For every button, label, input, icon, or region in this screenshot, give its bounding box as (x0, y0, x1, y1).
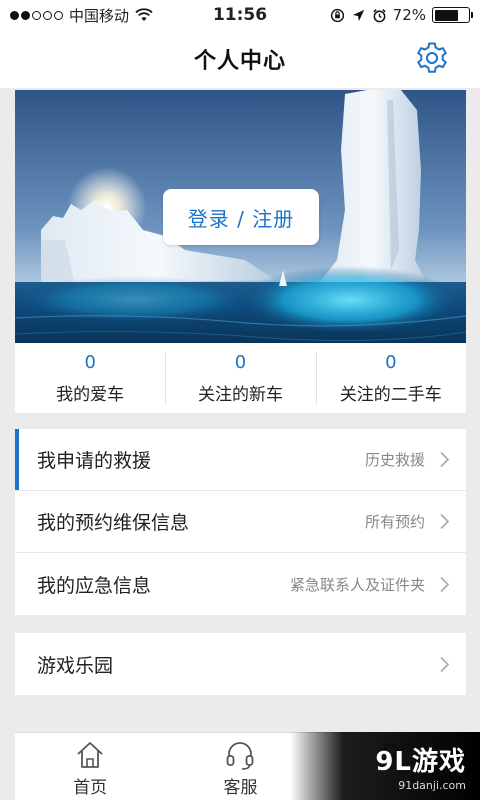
battery-icon (432, 7, 473, 23)
menu-item-game-park[interactable]: 游戏乐园 (15, 633, 466, 695)
stat-label: 我的爱车 (56, 384, 125, 405)
menu-group-games: 游戏乐园 (15, 633, 466, 695)
menu-item-label: 我申请的救援 (37, 450, 152, 472)
chevron-right-icon (440, 451, 450, 468)
stat-count: 0 (234, 351, 247, 373)
menu-item-label: 我的预约维保信息 (37, 512, 190, 534)
status-bar: 中国移动 11:56 72% (0, 0, 480, 30)
stat-label: 关注的新车 (197, 384, 283, 405)
profile-banner: 登录 / 注册 (15, 90, 466, 343)
chevron-right-icon (440, 576, 450, 592)
menu-item-label: 我的应急信息 (37, 574, 152, 597)
signal-dots-icon (10, 10, 63, 20)
tab-label: 客服 (223, 778, 258, 798)
wifi-icon (135, 8, 153, 21)
tab-label: 首页 (73, 778, 108, 798)
stat-followed-used-cars[interactable]: 0 关注的二手车 (315, 343, 466, 413)
location-arrow-icon (352, 9, 364, 21)
chevron-right-icon (440, 656, 450, 672)
stat-my-cars[interactable]: 0 我的爱车 (15, 343, 165, 413)
gear-icon[interactable] (414, 40, 450, 76)
stat-count: 0 (84, 351, 96, 373)
nav-bar: 个人中心 (0, 30, 480, 88)
alarm-icon (373, 8, 386, 22)
site-watermark: 9L游戏 91danji.com (290, 732, 480, 800)
stat-followed-new-cars[interactable]: 0 关注的新车 (165, 343, 315, 413)
battery-fill (434, 9, 459, 21)
watermark-logo: 9L游戏 (375, 746, 466, 777)
menu-item-emergency-info[interactable]: 我的应急信息 紧急联系人及证件夹 (15, 553, 466, 615)
status-right: 72% (330, 6, 473, 24)
watermark-url: 91danji.com (398, 778, 466, 792)
menu-item-label: 游戏乐园 (37, 654, 114, 677)
menu-item-sublabel: 紧急联系人及证件夹 (289, 575, 425, 594)
battery-percent: 72% (392, 6, 426, 24)
chevron-right-icon (440, 513, 450, 530)
stat-label: 关注的二手车 (339, 384, 442, 405)
tab-home[interactable]: 首页 (15, 733, 165, 800)
home-icon (77, 742, 103, 768)
stats-row: 0 我的爱车 0 关注的新车 0 关注的二手车 (15, 343, 466, 413)
carrier-label: 中国移动 (69, 6, 130, 25)
status-time: 11:56 (212, 5, 268, 25)
menu-item-maintenance-booking[interactable]: 我的预约维保信息 所有预约 (15, 491, 466, 553)
status-left: 中国移动 (10, 5, 153, 26)
login-register-button[interactable]: 登录 / 注册 (163, 189, 319, 245)
menu-item-my-rescue[interactable]: 我申请的救援 历史救援 (15, 429, 466, 491)
menu-item-sublabel: 所有预约 (364, 513, 425, 531)
rotation-lock-icon (330, 8, 344, 22)
menu-group-services: 我申请的救援 历史救援 我的预约维保信息 所有预约 我的应急信息 紧急联系人及证… (15, 429, 466, 615)
menu-item-sublabel: 历史救援 (364, 451, 425, 469)
headset-icon (227, 742, 254, 770)
stat-count: 0 (385, 351, 397, 373)
page-title: 个人中心 (193, 49, 286, 74)
